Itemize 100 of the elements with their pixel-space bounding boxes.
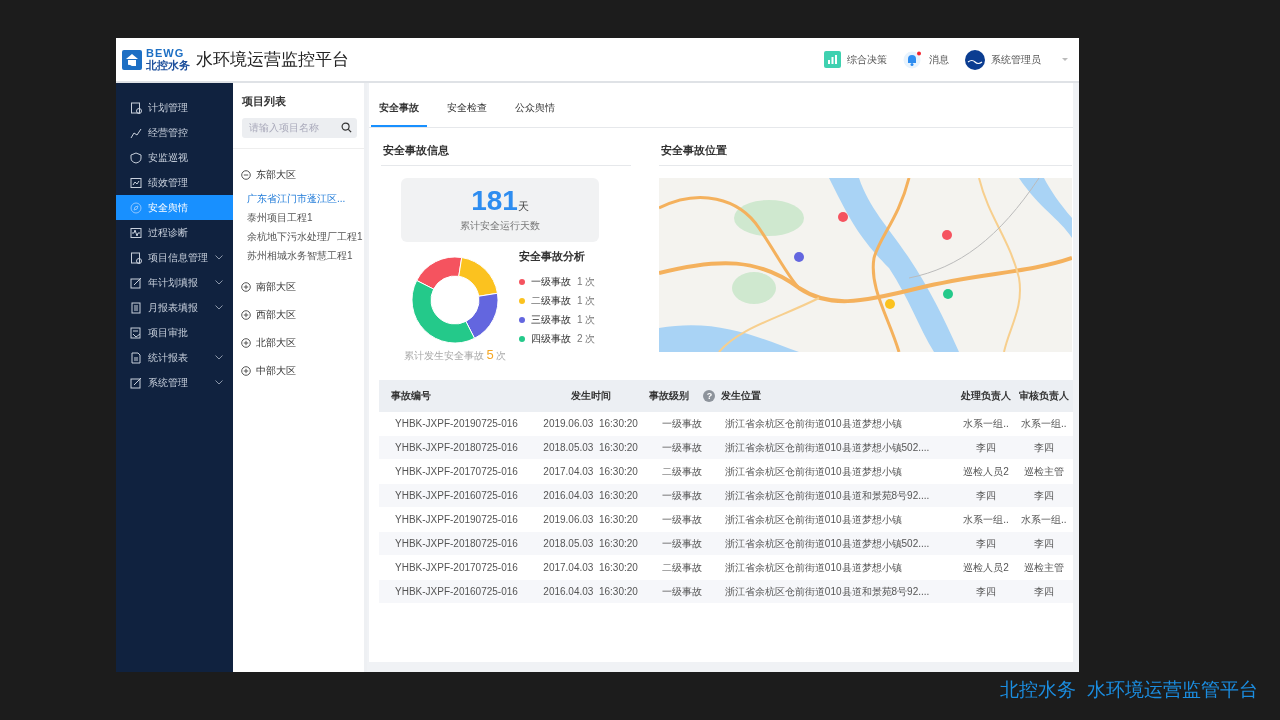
table-cell: 一级事故 <box>645 531 721 556</box>
table-cell: 2019.06.03 16:30:20 <box>537 411 646 436</box>
sidebar-item[interactable]: 月报表填报 <box>116 295 233 320</box>
list-icon <box>130 301 142 314</box>
table-cell: 2018.05.03 16:30:20 <box>537 435 646 460</box>
sidebar-item[interactable]: 项目信息管理 <box>116 245 233 270</box>
file-icon <box>130 351 142 364</box>
legend-count: 1 次 <box>577 294 596 308</box>
tree-item[interactable]: 广东省江门市蓬江区... <box>233 188 364 208</box>
days-count: 181 <box>471 186 518 215</box>
search-icon[interactable] <box>341 122 352 133</box>
table-cell: 浙江省余杭区仓前街道010县道梦想小镇 <box>720 507 958 532</box>
sidebar-item[interactable]: 安监巡视 <box>116 145 233 170</box>
table-cell: 二级事故 <box>645 555 721 580</box>
days-unit: 天 <box>517 199 529 214</box>
compass-icon <box>130 201 142 214</box>
section-title: 安全事故位置 <box>659 142 1072 166</box>
table-cell: 2017.04.03 16:30:20 <box>537 555 646 580</box>
app-title: 水环境运营监控平台 <box>196 48 349 71</box>
table-cell: 巡检主管 <box>1015 555 1073 580</box>
sidebar-item[interactable]: 年计划填报 <box>116 270 233 295</box>
avatar-icon[interactable] <box>965 49 985 70</box>
table-cell: 巡检人员2 <box>957 555 1016 580</box>
sidebar-item[interactable]: 过程诊断 <box>116 220 233 245</box>
sidebar-item[interactable]: 绩效管理 <box>116 170 233 195</box>
table-cell: YHBK-JXPF-20180725-016 <box>379 531 538 556</box>
logo-text: 北控水务 <box>146 60 190 71</box>
table-cell: 浙江省余杭区仓前街道010县道梦想小镇502.... <box>720 435 958 460</box>
table-cell: 2017.04.03 16:30:20 <box>537 459 646 484</box>
tree-node[interactable]: 西部大区 <box>233 300 364 329</box>
table-cell: 巡检主管 <box>1015 459 1073 484</box>
chart-icon <box>130 176 142 189</box>
total-count: 5 <box>486 348 494 363</box>
table-cell: 浙江省余杭区仓前街道010县道和景苑8号92.... <box>720 579 958 604</box>
document-icon <box>130 251 142 264</box>
legend-count: 2 次 <box>577 332 596 346</box>
header-link[interactable]: 综合决策 <box>847 52 887 67</box>
sidebar-item[interactable]: 项目审批 <box>116 320 233 345</box>
legend-label: 四级事故 <box>531 332 571 346</box>
tree-node[interactable]: 南部大区 <box>233 272 364 301</box>
table-cell: 水系一组.. <box>957 507 1016 532</box>
legend-count: 1 次 <box>577 275 596 289</box>
column-header: 发生时间 <box>537 379 646 412</box>
table-cell: 巡检人员2 <box>957 459 1016 484</box>
tab[interactable]: 公众舆情 <box>507 100 563 127</box>
table-cell: 一级事故 <box>645 483 721 508</box>
legend-count: 1 次 <box>577 313 596 327</box>
legend-label: 三级事故 <box>531 313 571 327</box>
stat-label: 累计安全运行天数 <box>460 218 540 233</box>
table-cell: 李四 <box>1015 435 1073 460</box>
table-cell: YHBK-JXPF-20170725-016 <box>379 459 538 484</box>
document-icon <box>130 101 142 114</box>
table-cell: 浙江省余杭区仓前街道010县道梦想小镇502.... <box>720 531 958 556</box>
column-header: 处理负责人 <box>957 379 1016 412</box>
table-cell: YHBK-JXPF-20160725-016 <box>379 483 538 508</box>
header-link[interactable]: 消息 <box>929 52 949 67</box>
legend-label: 一级事故 <box>531 275 571 289</box>
sidebar-item[interactable]: 计划管理 <box>116 95 233 120</box>
header-link[interactable]: 系统管理员 <box>991 52 1041 67</box>
pulse-icon <box>130 226 142 239</box>
table-cell: 水系一组.. <box>957 411 1016 436</box>
sidebar-item[interactable]: 经营管控 <box>116 120 233 145</box>
tree-item[interactable]: 余杭地下污水处理厂工程1 <box>233 226 364 246</box>
table-cell: 水系一组.. <box>1015 507 1073 532</box>
slide-caption: 北控水务 水环境运营监管平台 <box>1000 678 1258 702</box>
logo-text: BEWG <box>146 48 186 59</box>
table-cell: 2018.05.03 16:30:20 <box>537 531 646 556</box>
logo-icon <box>122 49 142 70</box>
column-header-text: 事故级别 <box>649 389 690 403</box>
bell-icon[interactable] <box>903 50 923 69</box>
table-cell: 二级事故 <box>645 459 721 484</box>
tree-item[interactable]: 泰州项目工程1 <box>233 207 364 227</box>
table-cell: 2016.04.03 16:30:20 <box>537 483 646 508</box>
edit-icon <box>130 376 142 389</box>
legend-label: 二级事故 <box>531 294 571 308</box>
edit-icon <box>130 276 142 289</box>
sidebar-item[interactable]: 统计报表 <box>116 345 233 370</box>
tree-node[interactable]: 北部大区 <box>233 328 364 357</box>
bar-chart-icon[interactable] <box>824 51 841 68</box>
tree-item[interactable]: 苏州相城水务智慧工程1 <box>233 245 364 265</box>
column-header: 事故编号 <box>379 379 538 412</box>
column-header: 审核负责人 <box>1015 379 1073 412</box>
section-title: 安全事故信息 <box>381 142 631 166</box>
column-header: 发生位置 <box>720 379 958 412</box>
tree-node[interactable]: 东部大区 <box>233 160 364 189</box>
shield-icon <box>130 151 142 164</box>
table-cell: 李四 <box>1015 483 1073 508</box>
tree-node[interactable]: 中部大区 <box>233 356 364 385</box>
tab[interactable]: 安全检查 <box>439 100 495 127</box>
tab[interactable]: 安全事故 <box>371 100 427 127</box>
table-cell: 李四 <box>1015 531 1073 556</box>
table-cell: YHBK-JXPF-20190725-016 <box>379 411 538 436</box>
caret-icon[interactable] <box>1061 56 1069 63</box>
line-chart-icon <box>130 126 142 139</box>
plus-circle-icon <box>241 309 251 320</box>
search-field[interactable]: 请输入项目名称 <box>242 117 357 138</box>
total-label: 累计发生安全事故 <box>404 348 485 363</box>
sidebar-item[interactable]: 系统管理 <box>116 370 233 395</box>
document-icon <box>130 326 142 339</box>
table-cell: 浙江省余杭区仓前街道010县道梦想小镇 <box>720 459 958 484</box>
